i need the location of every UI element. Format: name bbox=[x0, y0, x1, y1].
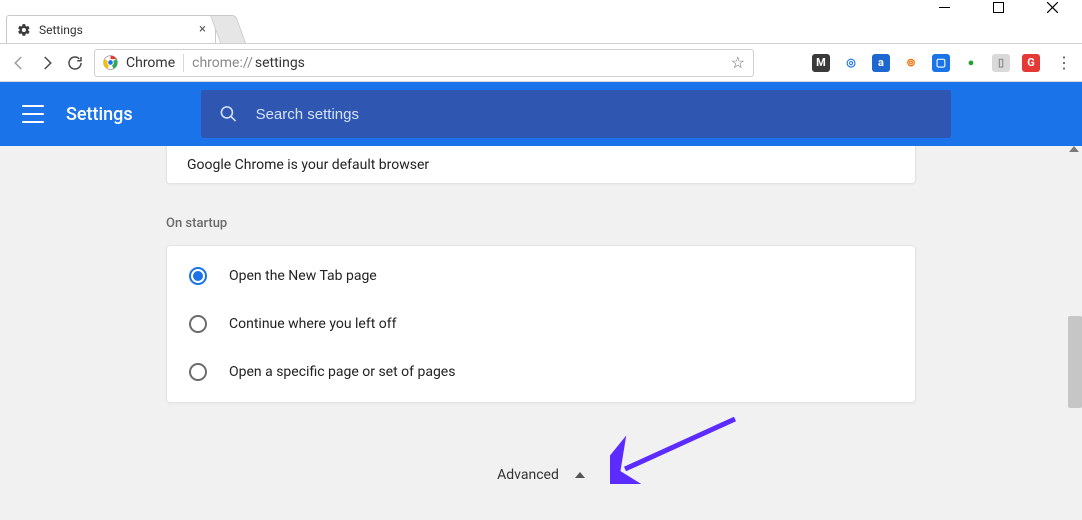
maximize-icon bbox=[993, 2, 1004, 13]
annotation-arrow bbox=[610, 414, 750, 484]
m-ext[interactable]: M bbox=[812, 54, 830, 72]
radio-button[interactable] bbox=[189, 267, 207, 285]
extension-icons: M ◎ a ⊚ ▢ ● ▯ G bbox=[812, 54, 1040, 72]
startup-option-0[interactable]: Open the New Tab page bbox=[167, 252, 915, 300]
secure-label: Chrome bbox=[126, 55, 175, 71]
close-icon bbox=[1047, 2, 1058, 13]
omnibox-divider bbox=[183, 54, 184, 72]
bookmark-star-button[interactable]: ☆ bbox=[731, 53, 745, 72]
forward-button[interactable] bbox=[38, 54, 56, 72]
tab-settings[interactable]: Settings × bbox=[6, 15, 216, 43]
back-button[interactable] bbox=[10, 54, 28, 72]
scroll-up-indicator[interactable] bbox=[1069, 146, 1079, 152]
circle-blue-ext[interactable]: ◎ bbox=[842, 54, 860, 72]
browser-toolbar: Chrome chrome://settings ☆ M ◎ a ⊚ ▢ ● ▯ G ⋮ bbox=[0, 44, 1082, 82]
startup-option-label: Open the New Tab page bbox=[229, 268, 377, 284]
arrow-right-icon bbox=[38, 54, 56, 72]
advanced-label: Advanced bbox=[497, 467, 559, 483]
browser-menu-button[interactable]: ⋮ bbox=[1056, 53, 1072, 72]
circle-h-ext[interactable]: ⊚ bbox=[902, 54, 920, 72]
window-minimize-button[interactable] bbox=[930, 0, 958, 14]
window-maximize-button[interactable] bbox=[984, 0, 1012, 14]
window-close-button[interactable] bbox=[1038, 0, 1066, 14]
box-blue-ext[interactable]: ▢ bbox=[932, 54, 950, 72]
startup-option-label: Open a specific page or set of pages bbox=[229, 364, 455, 380]
tab-close-button[interactable]: × bbox=[199, 22, 206, 37]
reload-button[interactable] bbox=[66, 54, 84, 72]
green-dot-ext[interactable]: ● bbox=[962, 54, 980, 72]
on-startup-card: Open the New Tab page Continue where you … bbox=[166, 245, 916, 403]
search-icon bbox=[219, 104, 238, 124]
menu-button[interactable] bbox=[22, 105, 44, 123]
url-path: settings bbox=[255, 55, 305, 71]
address-bar[interactable]: Chrome chrome://settings ☆ bbox=[94, 49, 754, 77]
tab-strip: Settings × bbox=[0, 14, 1082, 44]
startup-option-1[interactable]: Continue where you left off bbox=[167, 300, 915, 348]
radio-button[interactable] bbox=[189, 315, 207, 333]
minimize-icon bbox=[939, 2, 950, 13]
url-scheme: chrome:// bbox=[192, 55, 253, 71]
window-titlebar bbox=[0, 0, 1082, 14]
circle-a-ext[interactable]: a bbox=[872, 54, 890, 72]
scrollbar-thumb[interactable] bbox=[1068, 316, 1082, 408]
default-browser-card: Google Chrome is your default browser bbox=[166, 146, 916, 184]
startup-option-2[interactable]: Open a specific page or set of pages bbox=[167, 348, 915, 396]
doc-ext[interactable]: ▯ bbox=[992, 54, 1010, 72]
chrome-logo-icon bbox=[103, 55, 118, 70]
on-startup-label: On startup bbox=[166, 216, 1082, 231]
settings-content: Google Chrome is your default browser On… bbox=[0, 146, 1082, 520]
reload-icon bbox=[66, 54, 84, 72]
tab-title: Settings bbox=[39, 23, 83, 37]
advanced-toggle[interactable]: Advanced bbox=[0, 467, 1082, 483]
startup-option-label: Continue where you left off bbox=[229, 316, 397, 332]
caret-up-icon bbox=[575, 472, 585, 478]
gear-icon bbox=[17, 23, 31, 37]
arrow-left-icon bbox=[10, 54, 28, 72]
page-title: Settings bbox=[66, 104, 133, 125]
red-g-ext[interactable]: G bbox=[1022, 54, 1040, 72]
radio-button[interactable] bbox=[189, 363, 207, 381]
settings-header: Settings bbox=[0, 82, 1082, 146]
search-settings-wrap bbox=[201, 90, 951, 138]
default-browser-text: Google Chrome is your default browser bbox=[187, 157, 429, 173]
search-settings-input[interactable] bbox=[256, 106, 933, 123]
